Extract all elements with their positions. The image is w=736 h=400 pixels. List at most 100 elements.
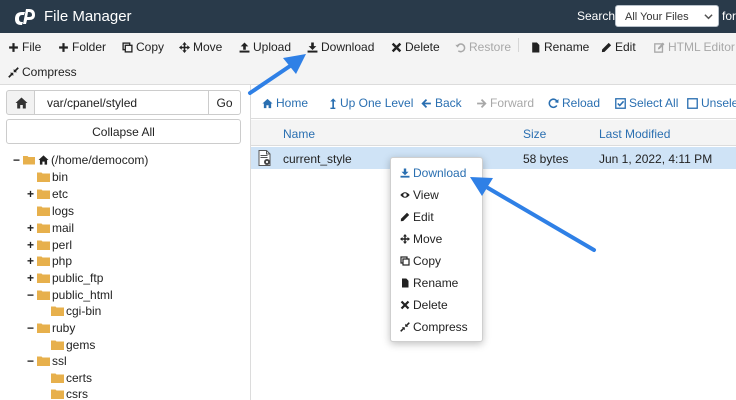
context-rename[interactable]: Rename: [400, 275, 458, 291]
compress-button[interactable]: Compress: [8, 63, 77, 81]
expand-icon[interactable]: +: [26, 222, 35, 234]
file-icon: [402, 278, 409, 288]
new-folder-label: Folder: [72, 40, 107, 54]
tree-item-perl[interactable]: + perl: [26, 237, 72, 253]
pencil-icon: [400, 212, 410, 222]
expand-icon[interactable]: +: [26, 188, 35, 200]
go-button[interactable]: Go: [208, 90, 241, 115]
expand-icon[interactable]: +: [26, 255, 35, 267]
file-last-modified: Jun 1, 2022, 4:11 PM: [599, 152, 713, 166]
collapse-icon[interactable]: −: [12, 154, 21, 166]
home-button[interactable]: Home: [262, 95, 308, 111]
tree-item-ssl[interactable]: − ssl: [26, 353, 67, 369]
tree-item-csrs[interactable]: csrs: [40, 386, 88, 400]
tree-root[interactable]: − (/home/democom): [12, 152, 148, 168]
expand-icon[interactable]: +: [26, 272, 35, 284]
navigation-bar: Home Up One Level Back Forward Reload Se…: [251, 85, 736, 119]
context-copy[interactable]: Copy: [400, 253, 441, 269]
toolbar: File Folder Copy Move Upload Download De…: [0, 33, 736, 85]
folder-icon: [37, 223, 50, 233]
column-size[interactable]: Size: [523, 127, 546, 141]
copy-icon: [400, 256, 410, 266]
reload-label: Reload: [562, 96, 601, 110]
upload-icon: [239, 42, 250, 53]
context-delete[interactable]: Delete: [400, 297, 448, 313]
select-all-button[interactable]: Select All: [615, 95, 678, 111]
up-one-level-button[interactable]: Up One Level: [326, 95, 413, 111]
new-file-button[interactable]: File: [8, 38, 41, 56]
tree-item-label: logs: [52, 204, 75, 218]
unselect-all-label: Unselect All: [701, 96, 736, 110]
new-folder-button[interactable]: Folder: [58, 38, 106, 56]
tree-item-etc[interactable]: + etc: [26, 186, 68, 202]
search-scope-select[interactable]: All Your Files: [615, 5, 719, 27]
delete-label: Delete: [405, 40, 440, 54]
table-row[interactable]: current_style 58 bytes Jun 1, 2022, 4:11…: [251, 147, 736, 169]
tree-item-label: gems: [66, 338, 96, 352]
level-up-icon: [330, 97, 337, 109]
column-last-modified[interactable]: Last Modified: [599, 127, 670, 141]
tree-item-php[interactable]: + php: [26, 253, 72, 269]
tree-item-mail[interactable]: + mail: [26, 220, 74, 236]
copy-label: Copy: [136, 40, 165, 54]
checkbox-checked-icon: [615, 97, 626, 109]
context-move[interactable]: Move: [400, 231, 442, 247]
context-edit[interactable]: Edit: [400, 209, 434, 225]
expand-icon[interactable]: +: [26, 239, 35, 251]
move-icon: [179, 41, 190, 53]
edit-button[interactable]: Edit: [601, 38, 636, 56]
tree-item-gems[interactable]: gems: [40, 337, 95, 353]
collapse-icon[interactable]: −: [26, 289, 35, 301]
folder-open-icon: [23, 156, 35, 165]
file-settings-icon: [258, 150, 271, 166]
move-button[interactable]: Move: [179, 38, 222, 56]
collapse-icon[interactable]: −: [26, 355, 35, 367]
tree-item-label: bin: [52, 170, 69, 184]
arrow-left-icon: [421, 98, 431, 108]
move-icon: [400, 234, 410, 244]
context-view[interactable]: View: [400, 187, 439, 203]
reload-button[interactable]: Reload: [548, 95, 600, 111]
collapse-icon[interactable]: −: [26, 322, 35, 334]
upload-button[interactable]: Upload: [239, 38, 291, 56]
context-compress[interactable]: Compress: [400, 319, 468, 335]
restore-button[interactable]: Restore: [455, 38, 511, 56]
folder-icon: [37, 240, 50, 250]
home-icon: [38, 155, 49, 165]
column-name[interactable]: Name: [283, 127, 315, 141]
tree-item-certs[interactable]: certs: [40, 370, 92, 386]
download-label: Download: [321, 40, 375, 54]
app-title: File Manager: [44, 8, 132, 25]
tree-item-public-ftp[interactable]: + public_ftp: [26, 270, 103, 286]
arrow-to-context-download: [470, 177, 596, 252]
tree-item-cgi-bin[interactable]: cgi-bin: [40, 303, 101, 319]
path-input[interactable]: var/cpanel/styled: [34, 90, 209, 115]
tree-item-bin[interactable]: bin: [26, 169, 68, 185]
unselect-all-button[interactable]: Unselect All: [687, 95, 736, 111]
copy-button[interactable]: Copy: [122, 38, 164, 56]
context-copy-label: Copy: [413, 254, 442, 268]
tree-item-label: certs: [66, 371, 93, 385]
tree-item-label: csrs: [66, 387, 88, 400]
download-icon: [400, 168, 410, 178]
upload-label: Upload: [253, 40, 292, 54]
delete-button[interactable]: Delete: [391, 38, 440, 56]
rename-button[interactable]: Rename: [530, 38, 589, 56]
plus-icon: [59, 42, 68, 52]
forward-button[interactable]: Forward: [476, 95, 534, 111]
home-directory-button[interactable]: [6, 90, 35, 115]
home-icon: [262, 98, 273, 108]
collapse-all-button[interactable]: Collapse All: [6, 119, 241, 144]
tree-item-logs[interactable]: logs: [26, 203, 74, 219]
tree-item-public-html[interactable]: − public_html: [26, 287, 113, 303]
back-button[interactable]: Back: [421, 95, 462, 111]
tree-item-ruby[interactable]: − ruby: [26, 320, 75, 336]
context-download[interactable]: Download: [400, 165, 466, 181]
eye-icon: [400, 192, 410, 198]
download-button[interactable]: Download: [307, 38, 374, 56]
folder-icon: [51, 306, 64, 316]
html-editor-button[interactable]: HTML Editor: [654, 38, 735, 56]
home-label: Home: [276, 96, 309, 110]
folder-icon: [51, 340, 64, 350]
close-icon: [400, 300, 410, 310]
